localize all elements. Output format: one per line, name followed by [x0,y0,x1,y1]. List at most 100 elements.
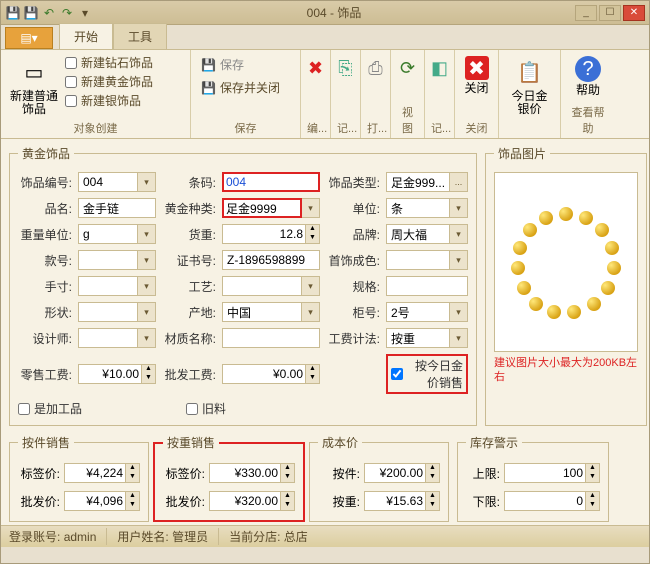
stock-input[interactable] [222,224,306,244]
retailfee-spin[interactable]: ▲▼ [142,364,156,384]
print-button[interactable]: ⎙ [367,54,384,94]
tab-tools[interactable]: 工具 [113,23,167,49]
color-dd[interactable]: ▾ [450,250,468,270]
processed-check[interactable]: 是加工品 [18,400,156,417]
view-button[interactable]: ⟳ [397,54,418,94]
craft-input[interactable] [222,276,302,296]
titlebar: 💾 💾 ↶ ↷ ▾ 004 - 饰品 _ ☐ ✕ [1,1,649,25]
new-gold-check[interactable]: 新建黄金饰品 [65,73,153,90]
style-dd[interactable]: ▾ [138,250,156,270]
product-image[interactable] [494,172,638,352]
name-input[interactable] [78,198,156,218]
main-legend: 黄金饰品 [18,145,74,162]
content-area: 黄金饰品 饰品编号: ▾ 条码: 饰品类型: ... 品名: 黄金种类: ▾ 单… [1,139,649,525]
print-icon: ⎙ [368,58,382,79]
new-silver-check[interactable]: 新建银饰品 [65,92,153,109]
qat-dropdown-icon[interactable]: ▾ [77,5,93,21]
stockwarn-fieldset: 库存警示 上限: ▲▼ 下限: ▲▼ [457,434,609,522]
quick-access: 💾 💾 ↶ ↷ ▾ [5,5,93,21]
origin-dd[interactable]: ▾ [302,302,320,322]
designer-dd[interactable]: ▾ [138,328,156,348]
piece-tag-input[interactable] [64,463,126,483]
unit-dd[interactable]: ▾ [450,198,468,218]
maximize-button[interactable]: ☐ [599,5,621,21]
counter-input[interactable] [386,302,450,322]
goldkind-input[interactable] [222,198,302,218]
wholefee-input[interactable] [222,364,306,384]
cost-weight-input[interactable] [364,491,426,511]
type-dd[interactable]: ... [450,172,468,192]
wunit-input[interactable] [78,224,138,244]
new-diamond-check[interactable]: 新建钻石饰品 [65,54,153,71]
feecalc-dd[interactable]: ▾ [450,328,468,348]
nav-icon: ◧ [431,58,448,79]
cost-piece-input[interactable] [364,463,426,483]
image-note: 建议图片大小最大为200KB左右 [494,356,638,385]
undo-icon[interactable]: ↶ [41,5,57,21]
window-title: 004 - 饰品 [93,4,575,21]
counter-dd[interactable]: ▾ [450,302,468,322]
edit-button[interactable]: ✖ [307,54,324,94]
image-fieldset: 饰品图片 建议图片大小最大为200KB左右 [485,145,647,426]
minimize-button[interactable]: _ [575,5,597,21]
brand-dd[interactable]: ▾ [450,224,468,244]
piece-whole-input[interactable] [64,491,126,511]
save-icon[interactable]: 💾 [5,5,21,21]
wholefee-spin[interactable]: ▲▼ [306,364,320,384]
save-button[interactable]: 💾保存 [197,54,284,75]
color-input[interactable] [386,250,450,270]
old-check[interactable]: 旧料 [162,400,320,417]
close-window-button[interactable]: ✕ [623,5,645,21]
close-icon: ✖ [465,56,489,80]
barcode-input[interactable] [222,172,320,192]
image-legend: 饰品图片 [494,145,550,162]
brand-input[interactable] [386,224,450,244]
save-close-button[interactable]: 💾保存并关闭 [197,77,284,98]
spec-input[interactable] [386,276,468,296]
type-input[interactable] [386,172,450,192]
save-icon: 💾 [201,58,216,72]
help-icon: ? [575,56,601,82]
code-input[interactable] [78,172,138,192]
document-icon: ▭ [18,56,50,88]
upper-input[interactable] [504,463,586,483]
craft-dd[interactable]: ▾ [302,276,320,296]
delete-icon: ✖ [308,58,323,79]
weight-whole-input[interactable] [209,491,281,511]
saveclose-icon[interactable]: 💾 [23,5,39,21]
group-label-create: 对象创建 [7,118,184,136]
shape-input[interactable] [78,302,138,322]
tab-start[interactable]: 开始 [59,23,113,49]
today-price-check[interactable]: 按今日金价销售 [386,354,468,394]
bracelet-image [511,207,621,317]
app-menu-button[interactable]: ▤▾ [5,27,53,49]
designer-input[interactable] [78,328,138,348]
size-input[interactable] [78,276,138,296]
style-input[interactable] [78,250,138,270]
help-button[interactable]: ?帮助 [567,54,609,99]
piece-fieldset: 按件销售 标签价: ▲▼ 批发价: ▲▼ [9,434,149,522]
close-button[interactable]: ✖关闭 [461,54,492,97]
retailfee-input[interactable] [78,364,142,384]
today-price-button[interactable]: 📋今日金银价 [505,54,554,118]
redo-icon[interactable]: ↷ [59,5,75,21]
unit-input[interactable] [386,198,450,218]
new-normal-button[interactable]: ▭ 新建普通饰品 [7,54,61,118]
shape-dd[interactable]: ▾ [138,302,156,322]
record2-button[interactable]: ◧ [431,54,448,94]
matname-input[interactable] [222,328,320,348]
origin-input[interactable] [222,302,302,322]
feecalc-input[interactable] [386,328,450,348]
weight-tag-input[interactable] [209,463,281,483]
goldkind-dd[interactable]: ▾ [302,198,320,218]
lower-input[interactable] [504,491,586,511]
stock-spin[interactable]: ▲▼ [306,224,320,244]
copy-icon: ⎘ [338,58,352,79]
code-dd[interactable]: ▾ [138,172,156,192]
record-button[interactable]: ⎘ [337,54,354,94]
cert-input[interactable] [222,250,320,270]
group-label-save: 保存 [197,118,294,136]
wunit-dd[interactable]: ▾ [138,224,156,244]
size-dd[interactable]: ▾ [138,276,156,296]
weight-fieldset: 按重销售 标签价: ▲▼ 批发价: ▲▼ [153,434,305,522]
